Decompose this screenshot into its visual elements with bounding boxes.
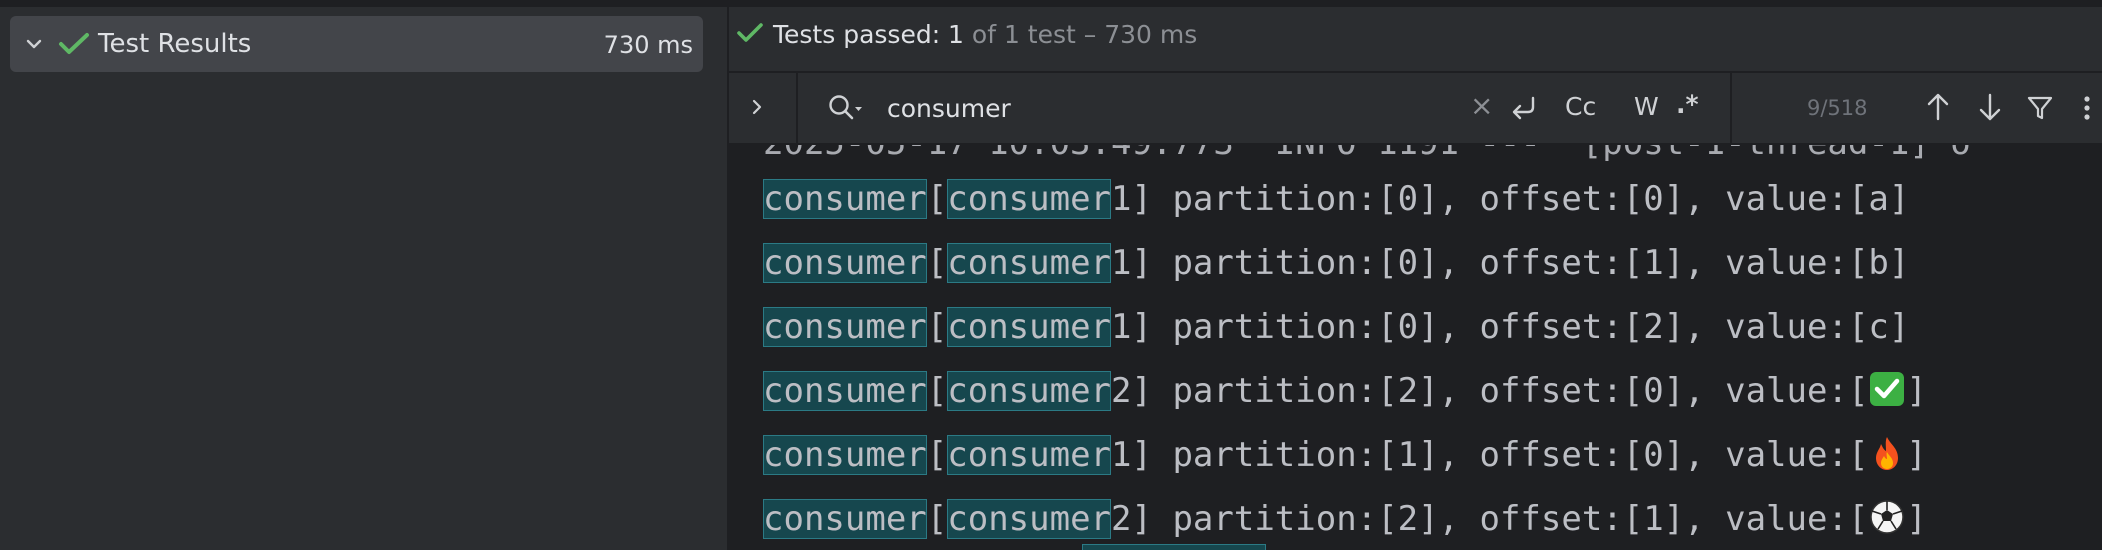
console-line: consumer[consumer1] partition:[0], offse… — [763, 296, 1909, 358]
console-panel: Tests passed: 1 of 1 test – 730 ms × Cc … — [729, 7, 2102, 550]
console-line: consumer[consumer1] partition:[1], offse… — [763, 424, 1927, 486]
new-line-wrap-icon[interactable] — [1509, 93, 1541, 123]
search-match: consumer — [947, 179, 1112, 219]
console-text: ] — [1906, 371, 1927, 411]
soccer-ball-emoji-icon — [1870, 500, 1905, 534]
consumer-id: 1 — [1111, 243, 1132, 283]
top-edge — [0, 0, 2102, 7]
consumer-id: 1 — [1111, 179, 1132, 219]
console-text: [ — [926, 499, 948, 539]
arrow-up-icon[interactable] — [1925, 91, 1951, 123]
test-results-label: Test Results — [98, 29, 252, 59]
console-line: consumer[consumer2] partition:[2], offse… — [763, 488, 1927, 550]
console-text: ] — [1906, 435, 1927, 475]
console-text: [ — [926, 179, 948, 219]
test-status-bar: Tests passed: 1 of 1 test – 730 ms — [729, 7, 2102, 71]
match-count: 9/518 — [1807, 96, 1868, 120]
consumer-id: 1 — [1111, 307, 1132, 347]
tests-passed-summary: Tests passed: 1 of 1 test – 730 ms — [773, 20, 1197, 50]
console-text: [ — [926, 371, 948, 411]
console-line: consumer[consumer1] partition:[0], offse… — [763, 168, 1909, 230]
console-search-bar: × Cc W .* 9/518 — [729, 73, 2102, 143]
regex-button[interactable]: .* — [1676, 90, 1699, 120]
console-text: ] partition:[0], offset:[0], value:[ — [1131, 179, 1869, 219]
consumer-id: 1 — [1111, 435, 1132, 475]
chevron-down-icon[interactable] — [24, 34, 44, 54]
console-text: ] partition:[0], offset:[1], value:[ — [1131, 243, 1869, 283]
consumer-id: 2 — [1111, 371, 1132, 411]
search-match: consumer — [763, 179, 927, 219]
console-text: [ — [926, 435, 948, 475]
search-match: consumer — [947, 307, 1112, 347]
tests-passed-count: Tests passed: 1 — [773, 20, 964, 49]
message-value: b — [1868, 243, 1889, 283]
console-text: ] — [1906, 499, 1927, 539]
console-line: consumer[consumer2] partition:[2], offse… — [763, 360, 1927, 422]
search-match: consumer — [763, 435, 927, 475]
divider — [1730, 73, 1732, 143]
console-line-partial: 2025-05-17 10:03:49.773 INFO 1191 --- [p… — [763, 145, 1971, 163]
search-history-icon[interactable] — [827, 93, 867, 123]
console-text: [ — [926, 307, 948, 347]
search-match: consumer — [947, 435, 1112, 475]
whole-words-button[interactable]: W — [1634, 92, 1659, 122]
search-match: consumer — [763, 499, 927, 539]
console-line: consumer[consumer1] partition:[0], offse… — [763, 232, 1909, 294]
message-value: c — [1868, 307, 1889, 347]
check-icon — [737, 23, 763, 42]
console-text: ] — [1888, 179, 1910, 219]
check-icon — [59, 33, 89, 54]
test-results-row[interactable]: Test Results 730 ms — [10, 16, 703, 72]
test-runner-window: Test Results 730 ms Tests passed: 1 of 1… — [0, 0, 2102, 550]
filter-icon[interactable] — [2025, 93, 2055, 123]
search-input[interactable] — [887, 89, 1407, 127]
search-match-partial — [1082, 544, 1266, 550]
search-match: consumer — [947, 499, 1112, 539]
more-options-icon[interactable] — [2081, 93, 2093, 123]
search-match: consumer — [947, 243, 1112, 283]
clear-search-button[interactable]: × — [1470, 91, 1493, 121]
chevron-right-icon[interactable] — [749, 97, 765, 117]
console-text: ] partition:[1], offset:[0], value:[ — [1131, 435, 1869, 475]
search-match: consumer — [763, 243, 927, 283]
tests-passed-detail: of 1 test – 730 ms — [963, 20, 1198, 49]
test-tree-panel: Test Results 730 ms — [0, 7, 727, 550]
console-text: ] — [1888, 243, 1910, 283]
fire-emoji-icon — [1876, 437, 1899, 470]
search-match: consumer — [763, 371, 927, 411]
search-match: consumer — [947, 371, 1112, 411]
check-mark-emoji-icon — [1870, 372, 1905, 406]
console-text: ] — [1888, 307, 1910, 347]
console-output[interactable]: 2025-05-17 10:03:49.773 INFO 1191 --- [p… — [729, 145, 2102, 550]
message-value: a — [1868, 179, 1889, 219]
console-text: ] partition:[2], offset:[0], value:[ — [1131, 371, 1869, 411]
search-match: consumer — [763, 307, 927, 347]
test-results-time: 730 ms — [603, 31, 693, 59]
consumer-id: 2 — [1111, 499, 1132, 539]
arrow-down-icon[interactable] — [1977, 91, 2003, 123]
console-text: ] partition:[2], offset:[1], value:[ — [1131, 499, 1869, 539]
match-case-button[interactable]: Cc — [1565, 92, 1596, 122]
divider — [796, 73, 798, 143]
console-text: ] partition:[0], offset:[2], value:[ — [1131, 307, 1869, 347]
console-text: [ — [926, 243, 948, 283]
